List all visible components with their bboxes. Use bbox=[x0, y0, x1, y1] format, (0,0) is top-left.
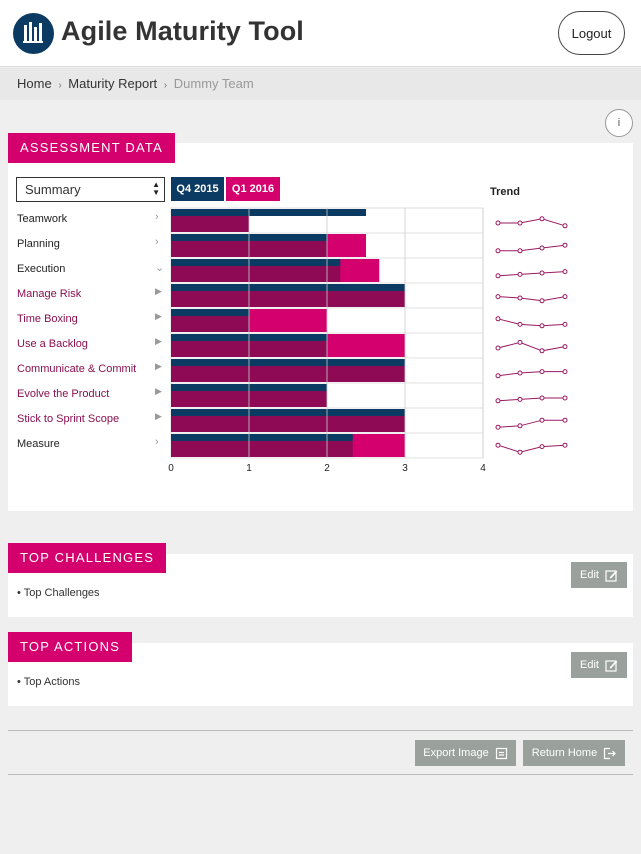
footer-divider bbox=[8, 774, 633, 775]
edit-challenges-button[interactable]: Edit bbox=[571, 562, 627, 588]
exit-icon bbox=[604, 747, 617, 759]
export-label: Export Image bbox=[423, 747, 489, 759]
chevron-right-icon[interactable]: ▶ bbox=[155, 386, 162, 397]
view-select-value: Summary bbox=[25, 182, 81, 197]
breadcrumb-separator: › bbox=[163, 80, 168, 91]
category-label[interactable]: Use a Backlog bbox=[17, 338, 88, 350]
export-image-button[interactable]: Export Image bbox=[415, 740, 516, 766]
chevron-right-icon[interactable]: ▶ bbox=[155, 336, 162, 347]
top-challenges-tag: TOP CHALLENGES bbox=[8, 543, 167, 573]
breadcrumb: Home › Maturity Report › Dummy Team bbox=[0, 68, 641, 100]
info-button[interactable]: i bbox=[605, 109, 633, 137]
trend-header: Trend bbox=[490, 186, 520, 198]
chevron-down-icon[interactable]: ⌄ bbox=[155, 261, 164, 274]
category-label[interactable]: Execution bbox=[17, 263, 65, 275]
logout-button[interactable]: Logout bbox=[558, 11, 625, 55]
breadcrumb-maturity-report[interactable]: Maturity Report bbox=[68, 76, 157, 91]
edit-actions-button[interactable]: Edit bbox=[571, 652, 627, 678]
chevron-right-icon[interactable]: ▶ bbox=[155, 361, 162, 372]
category-label[interactable]: Time Boxing bbox=[17, 313, 78, 325]
return-label: Return Home bbox=[531, 747, 598, 759]
category-label[interactable]: Stick to Sprint Scope bbox=[17, 413, 119, 425]
breadcrumb-current: Dummy Team bbox=[173, 76, 254, 91]
edit-icon bbox=[605, 659, 618, 672]
category-label[interactable]: Evolve the Product bbox=[17, 388, 109, 400]
export-icon bbox=[495, 747, 507, 759]
app-title: Agile Maturity Tool bbox=[61, 16, 304, 46]
chevron-right-icon[interactable]: ▶ bbox=[155, 311, 162, 322]
chevron-right-icon[interactable]: ▶ bbox=[155, 286, 162, 297]
return-home-button[interactable]: Return Home bbox=[523, 740, 625, 766]
chevron-right-icon[interactable]: › bbox=[155, 436, 159, 448]
top-actions-tag: TOP ACTIONS bbox=[8, 632, 133, 662]
category-label[interactable]: Communicate & Commit bbox=[17, 363, 136, 375]
category-label[interactable]: Measure bbox=[17, 438, 60, 450]
app-header: Agile Maturity Tool Logout bbox=[0, 0, 641, 67]
breadcrumb-home[interactable]: Home bbox=[17, 76, 52, 91]
footer-divider bbox=[8, 730, 633, 731]
action-item: • Top Actions bbox=[17, 676, 80, 688]
chevron-right-icon[interactable]: › bbox=[155, 211, 159, 223]
category-label[interactable]: Teamwork bbox=[17, 213, 67, 225]
category-label[interactable]: Planning bbox=[17, 238, 60, 250]
app-logo bbox=[13, 13, 54, 54]
category-label[interactable]: Manage Risk bbox=[17, 288, 81, 300]
chevron-right-icon[interactable]: › bbox=[155, 236, 159, 248]
chevron-right-icon[interactable]: ▶ bbox=[155, 411, 162, 422]
legend-q4-2015[interactable]: Q4 2015 bbox=[171, 177, 224, 201]
breadcrumb-separator: › bbox=[58, 80, 62, 91]
edit-icon bbox=[605, 569, 618, 582]
legend-q1-2016[interactable]: Q1 2016 bbox=[226, 177, 280, 201]
edit-label: Edit bbox=[580, 569, 599, 581]
assessment-data-tag: ASSESSMENT DATA bbox=[8, 133, 175, 163]
edit-label: Edit bbox=[580, 659, 599, 671]
select-arrows-icon: ▲ ▼ bbox=[152, 180, 160, 197]
view-select[interactable]: Summary ▲ ▼ bbox=[16, 177, 165, 202]
challenge-item: • Top Challenges bbox=[17, 587, 100, 599]
